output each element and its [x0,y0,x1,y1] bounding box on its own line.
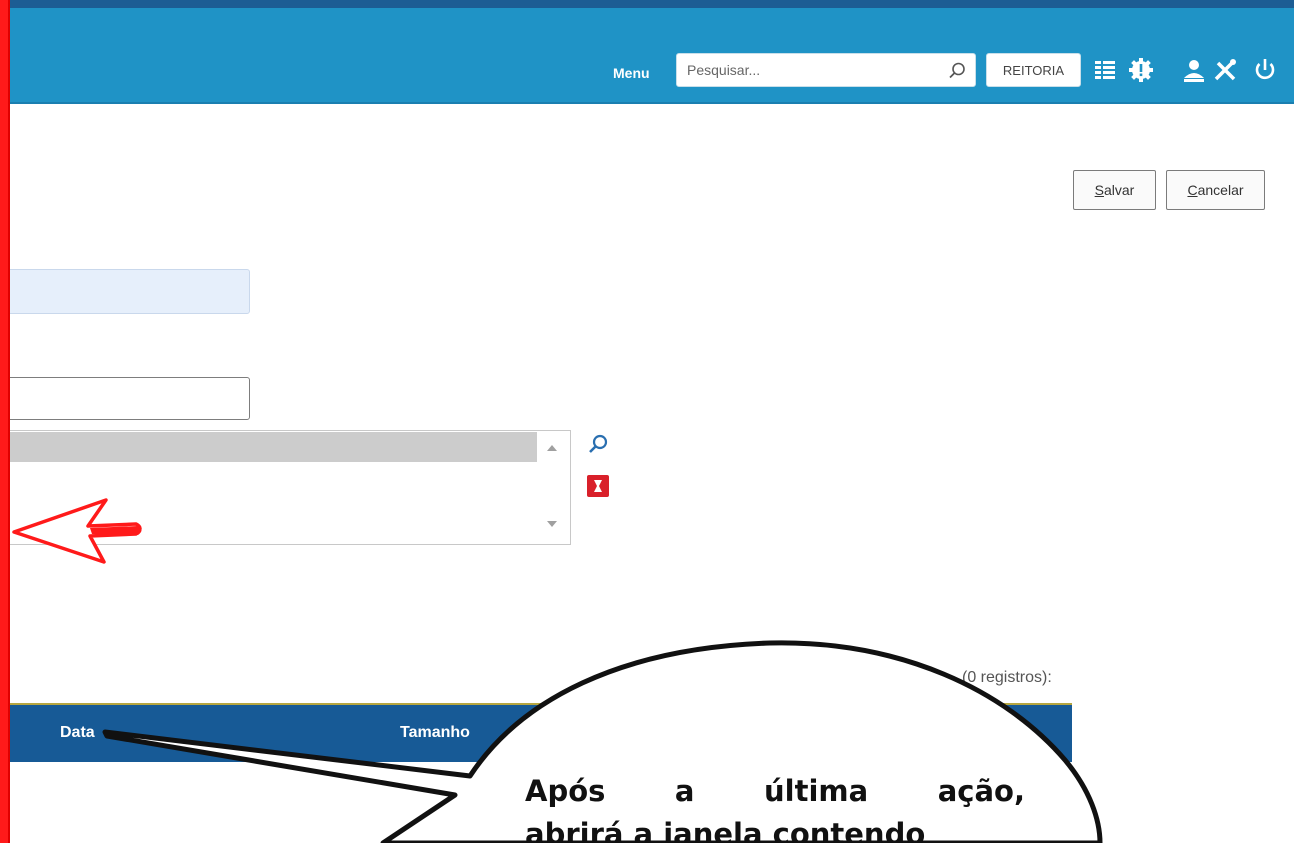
cancel-button-accesskey: C [1187,182,1198,198]
listbox-selected-row[interactable] [1,432,537,462]
callout-line-2: abrirá a janela contendo [525,817,926,843]
table-header: Data Tamanho [0,705,1072,762]
cancel-button[interactable]: Cancelar [1166,170,1265,210]
list-icon[interactable] [1091,55,1121,85]
lookup-search-icon[interactable] [585,432,611,458]
clear-selection-icon[interactable] [587,475,609,497]
user-icon[interactable] [1179,55,1209,85]
scroll-up-arrow-icon[interactable] [544,441,560,455]
clear-x-glyph-icon [594,480,602,492]
save-button[interactable]: Salvar [1073,170,1156,210]
column-header-tamanho[interactable]: Tamanho [400,724,470,742]
save-button-label: alvar [1103,182,1135,198]
red-pointer-arrow-icon [12,498,142,564]
column-header-data[interactable]: Data [60,724,95,742]
text-input-field[interactable] [0,377,250,420]
left-edge-highlight [0,0,10,843]
menu-button[interactable]: Menu [613,65,650,81]
scroll-down-arrow-icon[interactable] [544,517,560,531]
tools-icon[interactable] [1210,55,1240,85]
callout-line-1: Após a última ação, [525,774,1025,808]
callout-text: Após a última ação, abrirá a janela cont… [525,770,1025,843]
search-icon[interactable] [947,61,967,81]
unit-selector[interactable]: REITORIA [986,53,1081,87]
settings-gear-icon[interactable] [1126,55,1156,85]
app-header: Menu REITORIA [0,8,1294,104]
search-input[interactable] [687,60,937,80]
power-icon[interactable] [1250,55,1280,85]
search-box [676,53,976,87]
readonly-field [0,269,250,314]
cancel-button-label: ancelar [1197,182,1244,198]
top-strip [0,0,1294,8]
save-button-accesskey: S [1094,182,1104,198]
records-count: (0 registros): [962,669,1052,686]
